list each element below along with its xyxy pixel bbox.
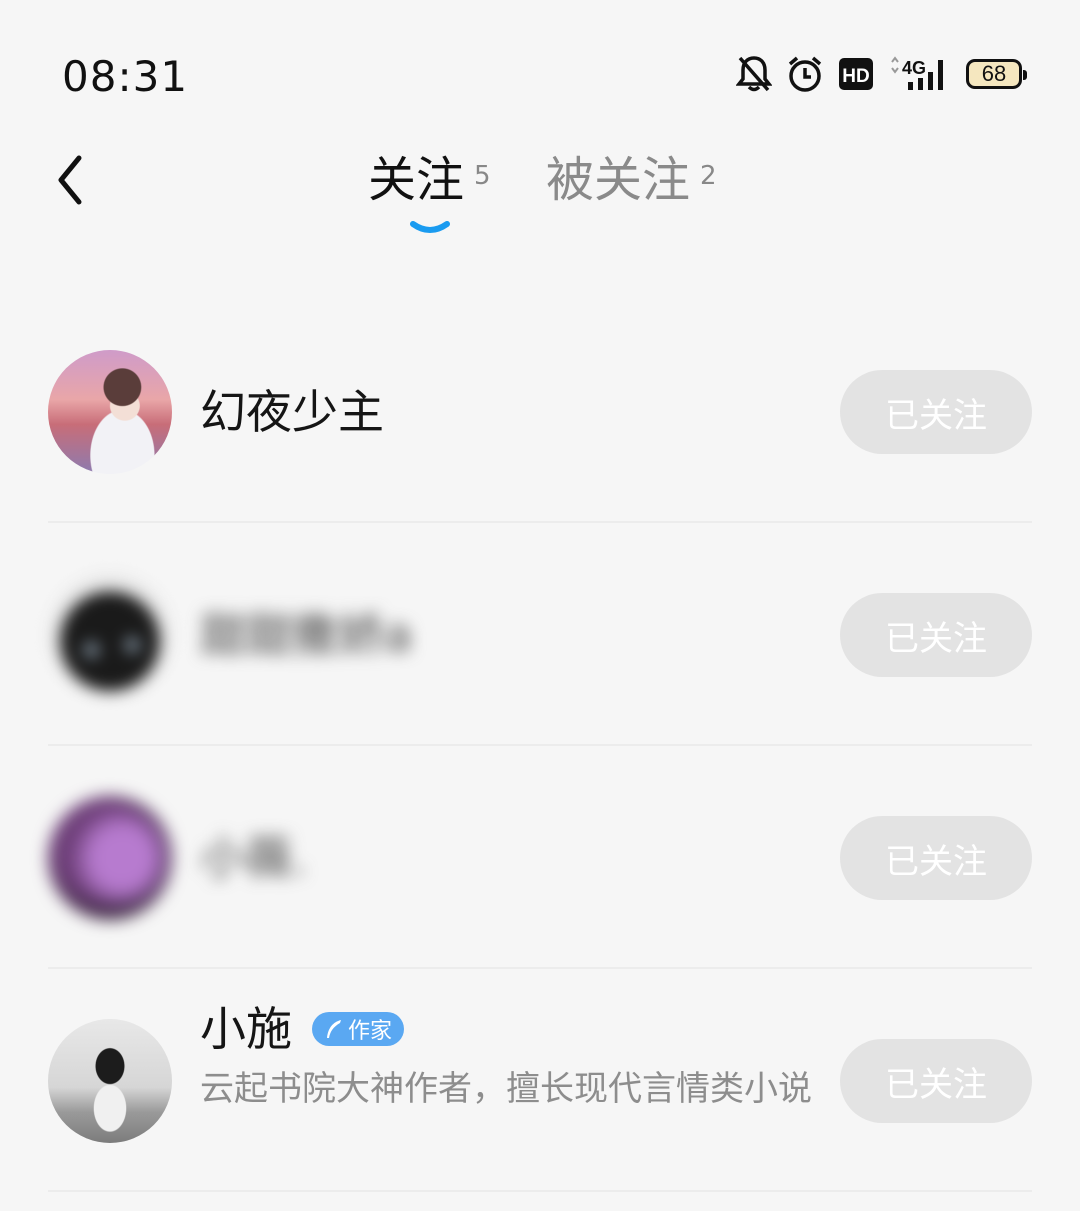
list-item[interactable]: 甜甜撒娇a 已关注	[0, 523, 1080, 746]
status-icons: HD 4G 68	[736, 54, 1027, 94]
tab-followers[interactable]: 被关注 2	[546, 150, 717, 210]
user-name: 小施	[200, 1002, 292, 1056]
user-name: 小薇.	[200, 831, 307, 885]
author-badge: 作家	[312, 1012, 405, 1046]
battery-level: 68	[981, 61, 1007, 86]
alarm-icon	[786, 54, 824, 94]
divider	[48, 1190, 1032, 1192]
user-name: 甜甜撒娇a	[200, 608, 413, 662]
user-name: 幻夜少主	[200, 385, 384, 439]
chevron-left-icon	[58, 155, 82, 205]
tab-following[interactable]: 关注 5	[368, 150, 491, 210]
avatar[interactable]	[48, 1019, 172, 1143]
tab-followers-label: 被关注	[546, 152, 691, 208]
svg-text:4G: 4G	[902, 58, 926, 78]
following-button[interactable]: 已关注	[840, 816, 1032, 900]
following-list: 幻夜少主 已关注 甜甜撒娇a 已关注 小薇. 已关注 小施 作家 云起书院大神作…	[0, 300, 1080, 1192]
status-time: 08:31	[62, 52, 189, 101]
author-badge-label: 作家	[348, 1019, 393, 1044]
following-button[interactable]: 已关注	[840, 1039, 1032, 1123]
list-item[interactable]: 幻夜少主 已关注	[0, 300, 1080, 523]
status-bar: 08:31 HD 4G 68	[0, 0, 1080, 150]
tab-followers-count: 2	[700, 161, 717, 191]
quill-icon	[327, 1020, 341, 1038]
following-button[interactable]: 已关注	[840, 370, 1032, 454]
tab-following-count: 5	[474, 161, 491, 191]
back-button[interactable]	[40, 150, 100, 210]
bell-off-icon	[736, 54, 772, 94]
tab-active-indicator	[410, 221, 450, 233]
following-button[interactable]: 已关注	[840, 593, 1032, 677]
hd-icon: HD	[838, 57, 874, 91]
avatar[interactable]	[48, 350, 172, 474]
list-item[interactable]: 小施 作家 云起书院大神作者，擅长现代言情类小说 已关注	[0, 969, 1080, 1192]
battery-icon: 68	[966, 59, 1027, 89]
user-bio: 云起书院大神作者，擅长现代言情类小说	[200, 1069, 812, 1109]
svg-text:HD: HD	[842, 66, 869, 87]
avatar[interactable]	[48, 796, 172, 920]
signal-icon: 4G	[888, 54, 952, 94]
list-item[interactable]: 小薇. 已关注	[0, 746, 1080, 969]
header: 关注 5 被关注 2	[0, 150, 1080, 250]
tab-following-label: 关注	[368, 152, 465, 208]
avatar[interactable]	[48, 573, 172, 697]
name-row: 小施 作家	[200, 997, 405, 1061]
